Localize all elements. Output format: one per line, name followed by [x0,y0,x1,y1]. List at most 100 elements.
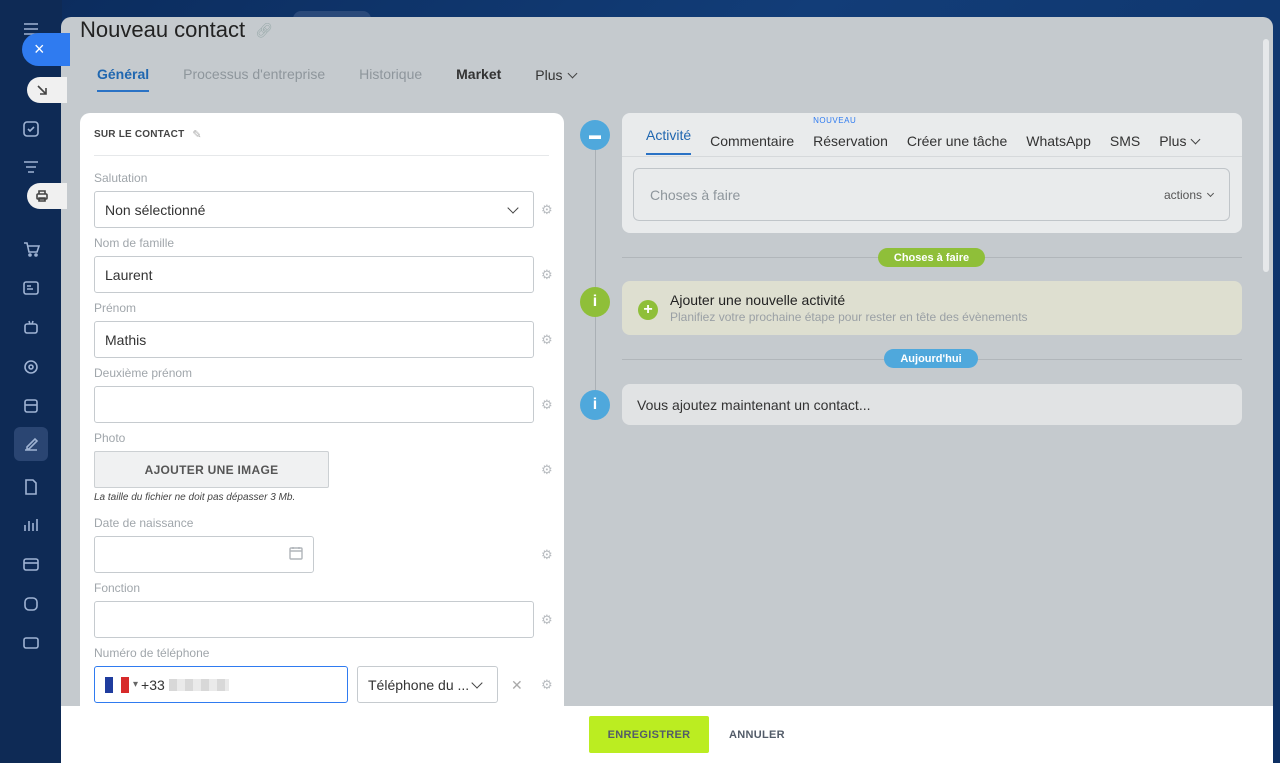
salutation-select[interactable]: Non sélectionné [94,191,534,228]
last-name-input[interactable]: Laurent [94,256,534,293]
tab-business-process[interactable]: Processus d'entreprise [183,66,325,92]
salutation-label: Salutation [94,171,148,185]
first-name-input[interactable]: Mathis [94,321,534,358]
contact-form-card: SUR LE CONTACT ✎ Salutation Non sélectio… [80,113,564,713]
main-tabs: Général Processus d'entreprise Historiqu… [97,66,577,92]
arrow-down-right-icon [37,85,47,95]
last-name-field: Nom de famille Laurent [94,236,534,293]
activity-tab-more[interactable]: Plus [1159,127,1201,155]
pencil-icon[interactable]: ✎ [192,128,201,141]
footer-bar: ENREGISTRER ANNULER [61,706,1273,763]
first-name-label: Prénom [94,301,137,315]
close-icon: × [34,39,45,59]
position-input[interactable] [94,601,534,638]
tab-more[interactable]: Plus [535,66,577,92]
minimize-slider-button[interactable] [27,77,67,103]
comment-icon: ▬ [580,120,610,150]
last-name-label: Nom de famille [94,236,175,250]
add-activity-card[interactable]: + Ajouter une nouvelle activité Planifie… [622,281,1242,335]
info-icon: i [580,287,610,317]
salutation-field: Salutation Non sélectionné [94,171,534,228]
section-title: SUR LE CONTACT [94,128,185,140]
save-button[interactable]: ENREGISTRER [589,716,710,753]
activity-tab-activity[interactable]: Activité [646,127,692,155]
chevron-down-icon [507,201,519,214]
cart-icon[interactable] [20,238,42,260]
link-icon[interactable]: 🔗︎ [255,22,273,39]
photo-size-hint: La taille du fichier ne doit pas dépasse… [94,492,296,503]
print-button[interactable] [27,183,67,209]
activity-tab-booking-label: Réservation [813,133,888,149]
chevron-down-icon [1206,189,1215,197]
tasks-icon[interactable] [20,118,42,140]
print-icon [36,190,48,202]
activity-tab-comment[interactable]: Commentaire [710,127,794,155]
phone-field: Numéro de téléphone ▾ +33 Téléphone du .… [94,646,534,703]
mail-icon[interactable] [20,632,42,654]
new-badge: NOUVEAU [813,116,857,125]
france-flag-icon[interactable] [105,676,129,693]
contact-slider-panel: Nouveau contact 🔗︎ Général Processus d'e… [61,17,1273,763]
photo-label: Photo [94,431,126,445]
title-row: Nouveau contact 🔗︎ [80,17,273,43]
close-slider-button[interactable]: × [22,33,70,66]
phone-redacted [168,678,229,691]
todo-actions-dropdown[interactable]: actions [1163,187,1215,202]
activity-tab-whatsapp[interactable]: WhatsApp [1026,127,1091,155]
info-icon: i [580,390,610,420]
position-label: Fonction [94,581,141,595]
phone-input[interactable]: ▾ +33 [94,666,348,703]
phone-row: ▾ +33 Téléphone du ... [94,666,534,703]
birth-date-input[interactable] [94,536,314,573]
chevron-down-icon [1190,134,1201,144]
plus-icon: + [638,300,658,320]
phone-type-select[interactable]: Téléphone du ... [357,666,498,703]
activity-tab-more-label: Plus [1159,133,1187,149]
tab-history[interactable]: Historique [359,66,422,92]
gear-icon[interactable]: ⚙ [541,547,553,563]
scrollbar[interactable] [1263,39,1269,272]
activity-editor: Activité Commentaire NOUVEAU Réservation… [622,113,1242,233]
photo-field: Photo AJOUTER UNE IMAGE La taille du fic… [94,431,534,503]
gear-icon[interactable]: ⚙ [541,267,553,283]
gear-icon[interactable]: ⚙ [541,462,553,478]
gear-icon[interactable]: ⚙ [541,202,553,218]
calendar-icon[interactable] [289,546,303,563]
birth-date-label: Date de naissance [94,516,194,530]
calendar-rail-icon[interactable] [20,553,42,575]
chevron-down-icon [567,68,577,78]
todo-badge: Choses à faire [878,248,985,267]
box-icon[interactable] [20,395,42,417]
gear-icon[interactable]: ⚙ [541,677,553,693]
document-icon[interactable] [20,476,42,498]
cancel-button[interactable]: ANNULER [721,729,793,741]
activity-tabs: Activité Commentaire NOUVEAU Réservation… [646,116,1201,155]
robot-icon[interactable] [20,316,42,338]
target-icon[interactable] [20,356,42,378]
gear-icon[interactable]: ⚙ [541,397,553,413]
activity-tab-task[interactable]: Créer une tâche [907,127,1007,155]
first-name-value: Mathis [105,331,147,348]
chart-icon[interactable] [20,514,42,536]
crm-edit-icon[interactable] [14,427,48,461]
activity-tab-sms[interactable]: SMS [1110,127,1140,155]
position-field: Fonction [94,581,534,638]
security-icon[interactable] [20,593,42,615]
salutation-value: Non sélectionné [105,201,206,218]
filter-icon[interactable] [20,157,42,179]
middle-name-input[interactable] [94,386,534,423]
todo-input[interactable]: Choses à faire actions [633,168,1230,221]
birth-date-field: Date de naissance [94,516,314,573]
contact-card-icon[interactable] [20,277,42,299]
country-dropdown-icon[interactable]: ▾ [133,679,138,690]
gear-icon[interactable]: ⚙ [541,612,553,628]
today-badge: Aujourd'hui [884,349,978,368]
remove-phone-icon[interactable]: ✕ [511,677,523,694]
tab-market[interactable]: Market [456,66,501,92]
middle-name-label: Deuxième prénom [94,366,193,380]
add-image-button[interactable]: AJOUTER UNE IMAGE [94,451,329,488]
tab-general[interactable]: Général [97,66,150,92]
todo-actions-label: actions [1163,187,1202,202]
activity-tab-booking[interactable]: NOUVEAU Réservation [813,116,888,155]
gear-icon[interactable]: ⚙ [541,332,553,348]
